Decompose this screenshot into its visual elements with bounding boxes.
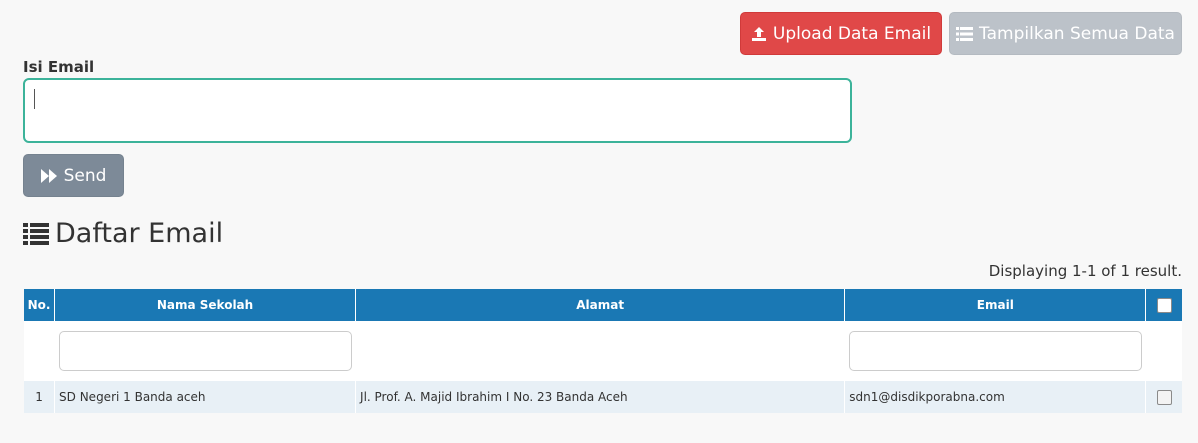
nama-sekolah-filter-input[interactable]: [58, 331, 352, 371]
section-title-text: Daftar Email: [55, 218, 224, 249]
column-header-select-all: [1145, 289, 1182, 321]
upload-data-email-label: Upload Data Email: [772, 23, 932, 44]
row-alamat: Jl. Prof. A. Majid Ibrahim I No. 23 Band…: [355, 381, 846, 413]
row-select-checkbox[interactable]: [1156, 389, 1172, 405]
email-content-textarea[interactable]: [23, 78, 852, 143]
fast-forward-icon: [40, 168, 57, 183]
filter-cell-select: [1145, 321, 1182, 381]
email-table: No. Nama Sekolah Alamat Email 1 SD Neger…: [24, 289, 1182, 413]
row-no: 1: [24, 381, 56, 413]
column-header-nama-sekolah[interactable]: Nama Sekolah: [54, 289, 357, 321]
table-row: 1 SD Negeri 1 Banda aceh Jl. Prof. A. Ma…: [24, 381, 1182, 413]
show-all-data-button[interactable]: Tampilkan Semua Data: [949, 12, 1182, 55]
filter-row: [24, 321, 1182, 381]
select-all-checkbox[interactable]: [1156, 297, 1172, 313]
row-select-cell: [1145, 381, 1182, 413]
section-title: Daftar Email: [23, 218, 223, 249]
row-email: sdn1@disdikporabna.com: [844, 381, 1147, 413]
table-header-row: No. Nama Sekolah Alamat Email: [24, 289, 1182, 321]
email-filter-input[interactable]: [848, 331, 1142, 371]
filter-cell-nama-sekolah: [54, 321, 356, 381]
column-header-no[interactable]: No.: [24, 289, 56, 321]
row-nama-sekolah: SD Negeri 1 Banda aceh: [54, 381, 357, 413]
column-header-email[interactable]: Email: [844, 289, 1147, 321]
column-header-alamat[interactable]: Alamat: [355, 289, 846, 321]
send-button[interactable]: Send: [23, 154, 124, 197]
text-caret: [34, 89, 35, 109]
list-icon: [23, 222, 49, 245]
show-all-data-label: Tampilkan Semua Data: [979, 23, 1175, 44]
filter-cell-alamat: [355, 321, 845, 381]
upload-icon: [751, 26, 766, 41]
result-summary: Displaying 1-1 of 1 result.: [988, 262, 1182, 280]
upload-data-email-button[interactable]: Upload Data Email: [740, 12, 942, 55]
list-icon: [956, 26, 974, 41]
send-label: Send: [63, 165, 107, 186]
isi-email-label: Isi Email: [23, 58, 95, 76]
filter-cell-no: [24, 321, 55, 381]
filter-cell-email: [844, 321, 1146, 381]
